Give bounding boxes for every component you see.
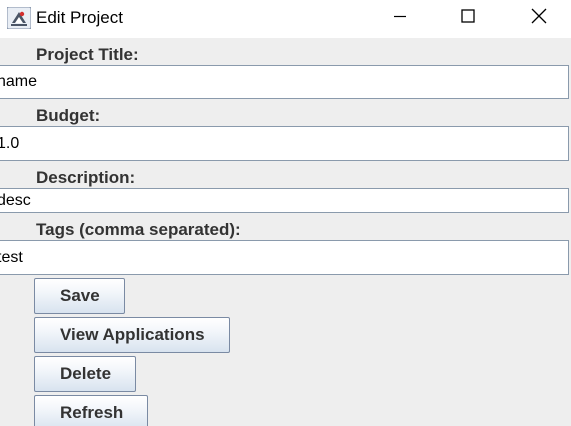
java-cup-icon: [6, 6, 32, 30]
delete-button-label: Delete: [60, 364, 112, 383]
description-value: desc: [0, 191, 31, 209]
budget-label: Budget:: [36, 106, 101, 125]
description-field[interactable]: desc: [0, 188, 569, 213]
budget-field[interactable]: 1.0: [0, 126, 569, 161]
window-title: Edit Project: [36, 8, 123, 27]
close-icon: [530, 7, 548, 30]
maximize-button[interactable]: [432, 0, 504, 36]
project-title-value: name: [0, 73, 38, 90]
minimize-icon: [392, 8, 408, 29]
save-button-label: Save: [60, 286, 100, 305]
tags-field[interactable]: test: [0, 240, 569, 275]
title-bar[interactable]: Edit Project: [0, 0, 571, 38]
project-title-label: Project Title:: [36, 45, 139, 64]
project-title-field[interactable]: name: [0, 65, 569, 99]
view-applications-button[interactable]: View Applications: [34, 317, 230, 353]
maximize-icon: [460, 8, 476, 29]
delete-button[interactable]: Delete: [34, 356, 137, 392]
view-applications-button-label: View Applications: [60, 325, 205, 344]
edit-project-window: Edit Project Project Title: name Budget:…: [0, 0, 571, 426]
tags-label: Tags (comma separated):: [36, 220, 241, 239]
save-button[interactable]: Save: [34, 278, 125, 314]
budget-value: 1.0: [0, 134, 20, 152]
refresh-button-label: Refresh: [60, 403, 124, 422]
description-label: Description:: [36, 168, 136, 187]
close-button[interactable]: [503, 0, 571, 36]
tags-value: test: [0, 248, 23, 266]
refresh-button[interactable]: Refresh: [34, 395, 149, 426]
minimize-button[interactable]: [364, 0, 436, 36]
